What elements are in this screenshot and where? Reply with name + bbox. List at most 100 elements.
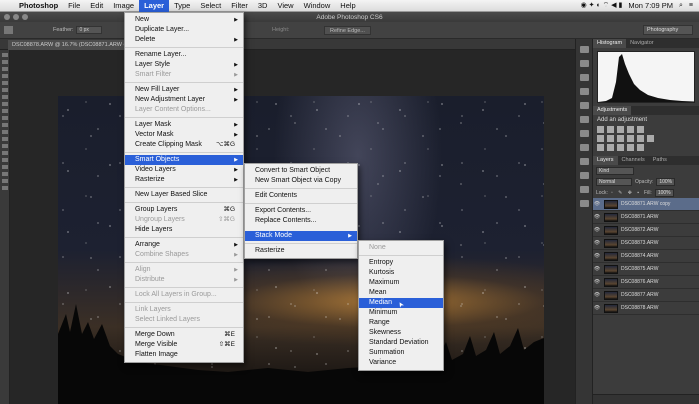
- tool-icon[interactable]: [1, 130, 8, 134]
- layer-menu-item-arrange[interactable]: Arrange ▶: [125, 240, 243, 250]
- smart-menu-item-new-smart-object-via-copy[interactable]: New Smart Object via Copy: [245, 176, 357, 186]
- tool-icon[interactable]: [1, 53, 8, 57]
- menu-filter[interactable]: Filter: [226, 0, 253, 12]
- visibility-eye-icon[interactable]: 👁: [593, 214, 601, 220]
- tool-icon[interactable]: [1, 74, 8, 78]
- list-icon[interactable]: ≡: [689, 2, 693, 9]
- layer-menu-item-new-adjustment-layer[interactable]: New Adjustment Layer ▶: [125, 95, 243, 105]
- layer-row[interactable]: 👁 DSC08878.ARW: [593, 302, 699, 315]
- tool-icon[interactable]: [1, 144, 8, 148]
- tool-icon[interactable]: [1, 158, 8, 162]
- smart-menu-item-replace-contents[interactable]: Replace Contents...: [245, 216, 357, 226]
- visibility-eye-icon[interactable]: 👁: [593, 305, 601, 311]
- tool-icon[interactable]: [1, 88, 8, 92]
- layer-menu-item-smart-objects[interactable]: Smart Objects ▶: [125, 155, 243, 165]
- close-window-button[interactable]: [4, 14, 10, 20]
- layer-row[interactable]: 👁 DSC08873.ARW: [593, 237, 699, 250]
- panel-icon[interactable]: [579, 186, 589, 193]
- status-icons[interactable]: ◉ ✦ ◐ ⌔ ◀ ▮: [581, 1, 623, 10]
- smart-menu-item-edit-contents[interactable]: Edit Contents: [245, 191, 357, 201]
- panel-icon[interactable]: [579, 130, 589, 137]
- stack-menu-item-kurtosis[interactable]: Kurtosis: [359, 268, 443, 278]
- menu-image[interactable]: Image: [108, 0, 139, 12]
- threshold-icon[interactable]: [617, 144, 624, 151]
- panel-icon[interactable]: [579, 116, 589, 123]
- layer-row[interactable]: 👁 DSC08872.ARW: [593, 224, 699, 237]
- layer-menu-item-new-fill-layer[interactable]: New Fill Layer ▶: [125, 85, 243, 95]
- visibility-eye-icon[interactable]: 👁: [593, 279, 601, 285]
- tab-histogram[interactable]: Histogram: [593, 39, 627, 48]
- color-balance-icon[interactable]: [607, 135, 614, 142]
- menu-view[interactable]: View: [272, 0, 298, 12]
- tool-icon[interactable]: [1, 116, 8, 120]
- document-tab[interactable]: DSC08878.ARW @ 16.7% (DSC08871.ARW co: [8, 40, 138, 50]
- layer-menu-item-duplicate-layer[interactable]: Duplicate Layer...: [125, 25, 243, 35]
- tool-icon[interactable]: [1, 179, 8, 183]
- stack-menu-item-range[interactable]: Range: [359, 318, 443, 328]
- panel-icon[interactable]: [579, 200, 589, 207]
- search-icon[interactable]: ⌕: [679, 2, 683, 10]
- smart-menu-item-rasterize[interactable]: Rasterize: [245, 246, 357, 256]
- layer-menu-item-video-layers[interactable]: Video Layers ▶: [125, 165, 243, 175]
- layer-menu-item-new-layer-based-slice[interactable]: New Layer Based Slice: [125, 190, 243, 200]
- layer-menu-item-create-clipping-mask[interactable]: Create Clipping Mask ⌥⌘G: [125, 140, 243, 150]
- layer-menu-item-merge-visible[interactable]: Merge Visible ⇧⌘E: [125, 340, 243, 350]
- visibility-eye-icon[interactable]: 👁: [593, 201, 601, 207]
- layer-menu-item-group-layers[interactable]: Group Layers ⌘G: [125, 205, 243, 215]
- kind-filter-select[interactable]: Kind: [596, 166, 634, 175]
- visibility-eye-icon[interactable]: 👁: [593, 266, 601, 272]
- panel-icon[interactable]: [579, 88, 589, 95]
- menu-app[interactable]: Photoshop: [14, 0, 63, 12]
- panel-icon[interactable]: [579, 172, 589, 179]
- exposure-icon[interactable]: [627, 126, 634, 133]
- posterize-icon[interactable]: [607, 144, 614, 151]
- smart-menu-item-export-contents[interactable]: Export Contents...: [245, 206, 357, 216]
- menu-3d[interactable]: 3D: [253, 0, 273, 12]
- stack-menu-item-mean[interactable]: Mean: [359, 288, 443, 298]
- levels-icon[interactable]: [607, 126, 614, 133]
- blend-mode-select[interactable]: Normal: [596, 177, 632, 186]
- layer-row[interactable]: 👁 DSC08871.ARW copy: [593, 198, 699, 211]
- tool-icon[interactable]: [1, 165, 8, 169]
- stack-menu-item-variance[interactable]: Variance: [359, 358, 443, 368]
- smart-menu-item-stack-mode[interactable]: Stack Mode ▶: [245, 231, 357, 241]
- panel-icon[interactable]: [579, 74, 589, 81]
- tool-icon[interactable]: [1, 186, 8, 190]
- layer-menu-item-vector-mask[interactable]: Vector Mask ▶: [125, 130, 243, 140]
- tool-icon[interactable]: [1, 95, 8, 99]
- panel-icon[interactable]: [579, 102, 589, 109]
- vibrance-icon[interactable]: [637, 126, 644, 133]
- layer-menu-item-flatten-image[interactable]: Flatten Image: [125, 350, 243, 360]
- invert-icon[interactable]: [597, 144, 604, 151]
- layer-row[interactable]: 👁 DSC08871.ARW: [593, 211, 699, 224]
- tool-icon[interactable]: [1, 60, 8, 64]
- layer-menu-item-layer-style[interactable]: Layer Style ▶: [125, 60, 243, 70]
- tool-icon[interactable]: [1, 151, 8, 155]
- refine-edge-button[interactable]: Refine Edge...: [324, 26, 371, 35]
- layer-menu-item-new[interactable]: New ▶: [125, 15, 243, 25]
- panel-icon[interactable]: [579, 144, 589, 151]
- panel-icon[interactable]: [579, 46, 589, 53]
- tool-icon[interactable]: [1, 172, 8, 176]
- menu-help[interactable]: Help: [335, 0, 360, 12]
- layer-menu-item-merge-down[interactable]: Merge Down ⌘E: [125, 330, 243, 340]
- layer-menu-item-layer-mask[interactable]: Layer Mask ▶: [125, 120, 243, 130]
- tab-adjustments[interactable]: Adjustments: [593, 106, 632, 115]
- menu-edit[interactable]: Edit: [85, 0, 108, 12]
- marquee-tool-icon[interactable]: [4, 26, 13, 34]
- black-white-icon[interactable]: [617, 135, 624, 142]
- tab-channels[interactable]: Channels: [618, 156, 649, 165]
- color-lookup-icon[interactable]: [647, 135, 654, 142]
- stack-menu-item-median[interactable]: Median ➤: [359, 298, 443, 309]
- layer-menu-item-delete[interactable]: Delete ▶: [125, 35, 243, 45]
- lock-icons[interactable]: ▫ ✎ ✥ ▪: [611, 190, 641, 196]
- layer-menu-item-rename-layer[interactable]: Rename Layer...: [125, 50, 243, 60]
- tab-layers[interactable]: Layers: [593, 156, 618, 165]
- photo-filter-icon[interactable]: [627, 135, 634, 142]
- stack-menu-item-summation[interactable]: Summation: [359, 348, 443, 358]
- fill-input[interactable]: 100%: [654, 188, 674, 197]
- layer-menu-item-hide-layers[interactable]: Hide Layers: [125, 225, 243, 235]
- stack-menu-item-standard-deviation[interactable]: Standard Deviation: [359, 338, 443, 348]
- tool-icon[interactable]: [1, 137, 8, 141]
- workspace-select[interactable]: Photography: [643, 25, 693, 35]
